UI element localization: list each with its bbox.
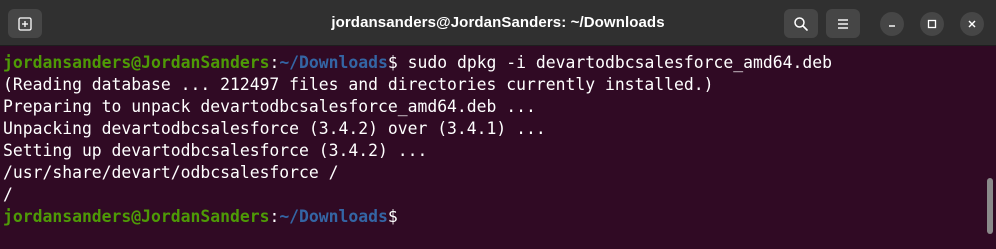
command-text: sudo dpkg -i devartodbcsalesforce_amd64.…	[397, 53, 832, 72]
search-button[interactable]	[784, 9, 818, 38]
close-button[interactable]	[960, 12, 984, 36]
prompt-user-host: jordansanders@JordanSanders	[3, 207, 270, 226]
output-line: (Reading database ... 212497 files and d…	[3, 75, 714, 94]
prompt-symbol: $	[387, 53, 398, 72]
output-line: /	[3, 185, 13, 204]
minimize-button[interactable]	[880, 12, 904, 36]
title-bar: jordansanders@JordanSanders: ~/Downloads	[0, 0, 996, 46]
output-line: /usr/share/devart/odbcsalesforce /	[3, 163, 339, 182]
maximize-icon	[927, 19, 937, 29]
prompt-symbol: $	[387, 207, 398, 226]
maximize-button[interactable]	[920, 12, 944, 36]
prompt-path: ~/Downloads	[279, 207, 388, 226]
terminal-output[interactable]: jordansanders@JordanSanders:~/Downloads$…	[0, 46, 984, 249]
prompt-colon: :	[269, 53, 280, 72]
output-line: Unpacking devartodbcsalesforce (3.4.2) o…	[3, 119, 546, 138]
close-icon	[968, 20, 976, 28]
prompt-colon: :	[269, 207, 280, 226]
output-line: Setting up devartodbcsalesforce (3.4.2) …	[3, 141, 428, 160]
scrollbar-thumb[interactable]	[987, 178, 993, 234]
command-line: jordansanders@JordanSanders:~/Downloads$…	[0, 52, 984, 74]
search-icon	[794, 16, 808, 31]
terminal-window: jordansanders@JordanSanders: ~/Downloads	[0, 0, 996, 249]
menu-button[interactable]	[826, 9, 860, 38]
hamburger-menu-icon	[838, 18, 848, 29]
prompt-user-host: jordansanders@JordanSanders	[3, 53, 270, 72]
current-prompt-line: jordansanders@JordanSanders:~/Downloads$	[0, 206, 984, 228]
output-line: Preparing to unpack devartodbcsalesforce…	[3, 97, 536, 116]
minimize-icon	[889, 25, 895, 27]
prompt-path: ~/Downloads	[279, 53, 388, 72]
